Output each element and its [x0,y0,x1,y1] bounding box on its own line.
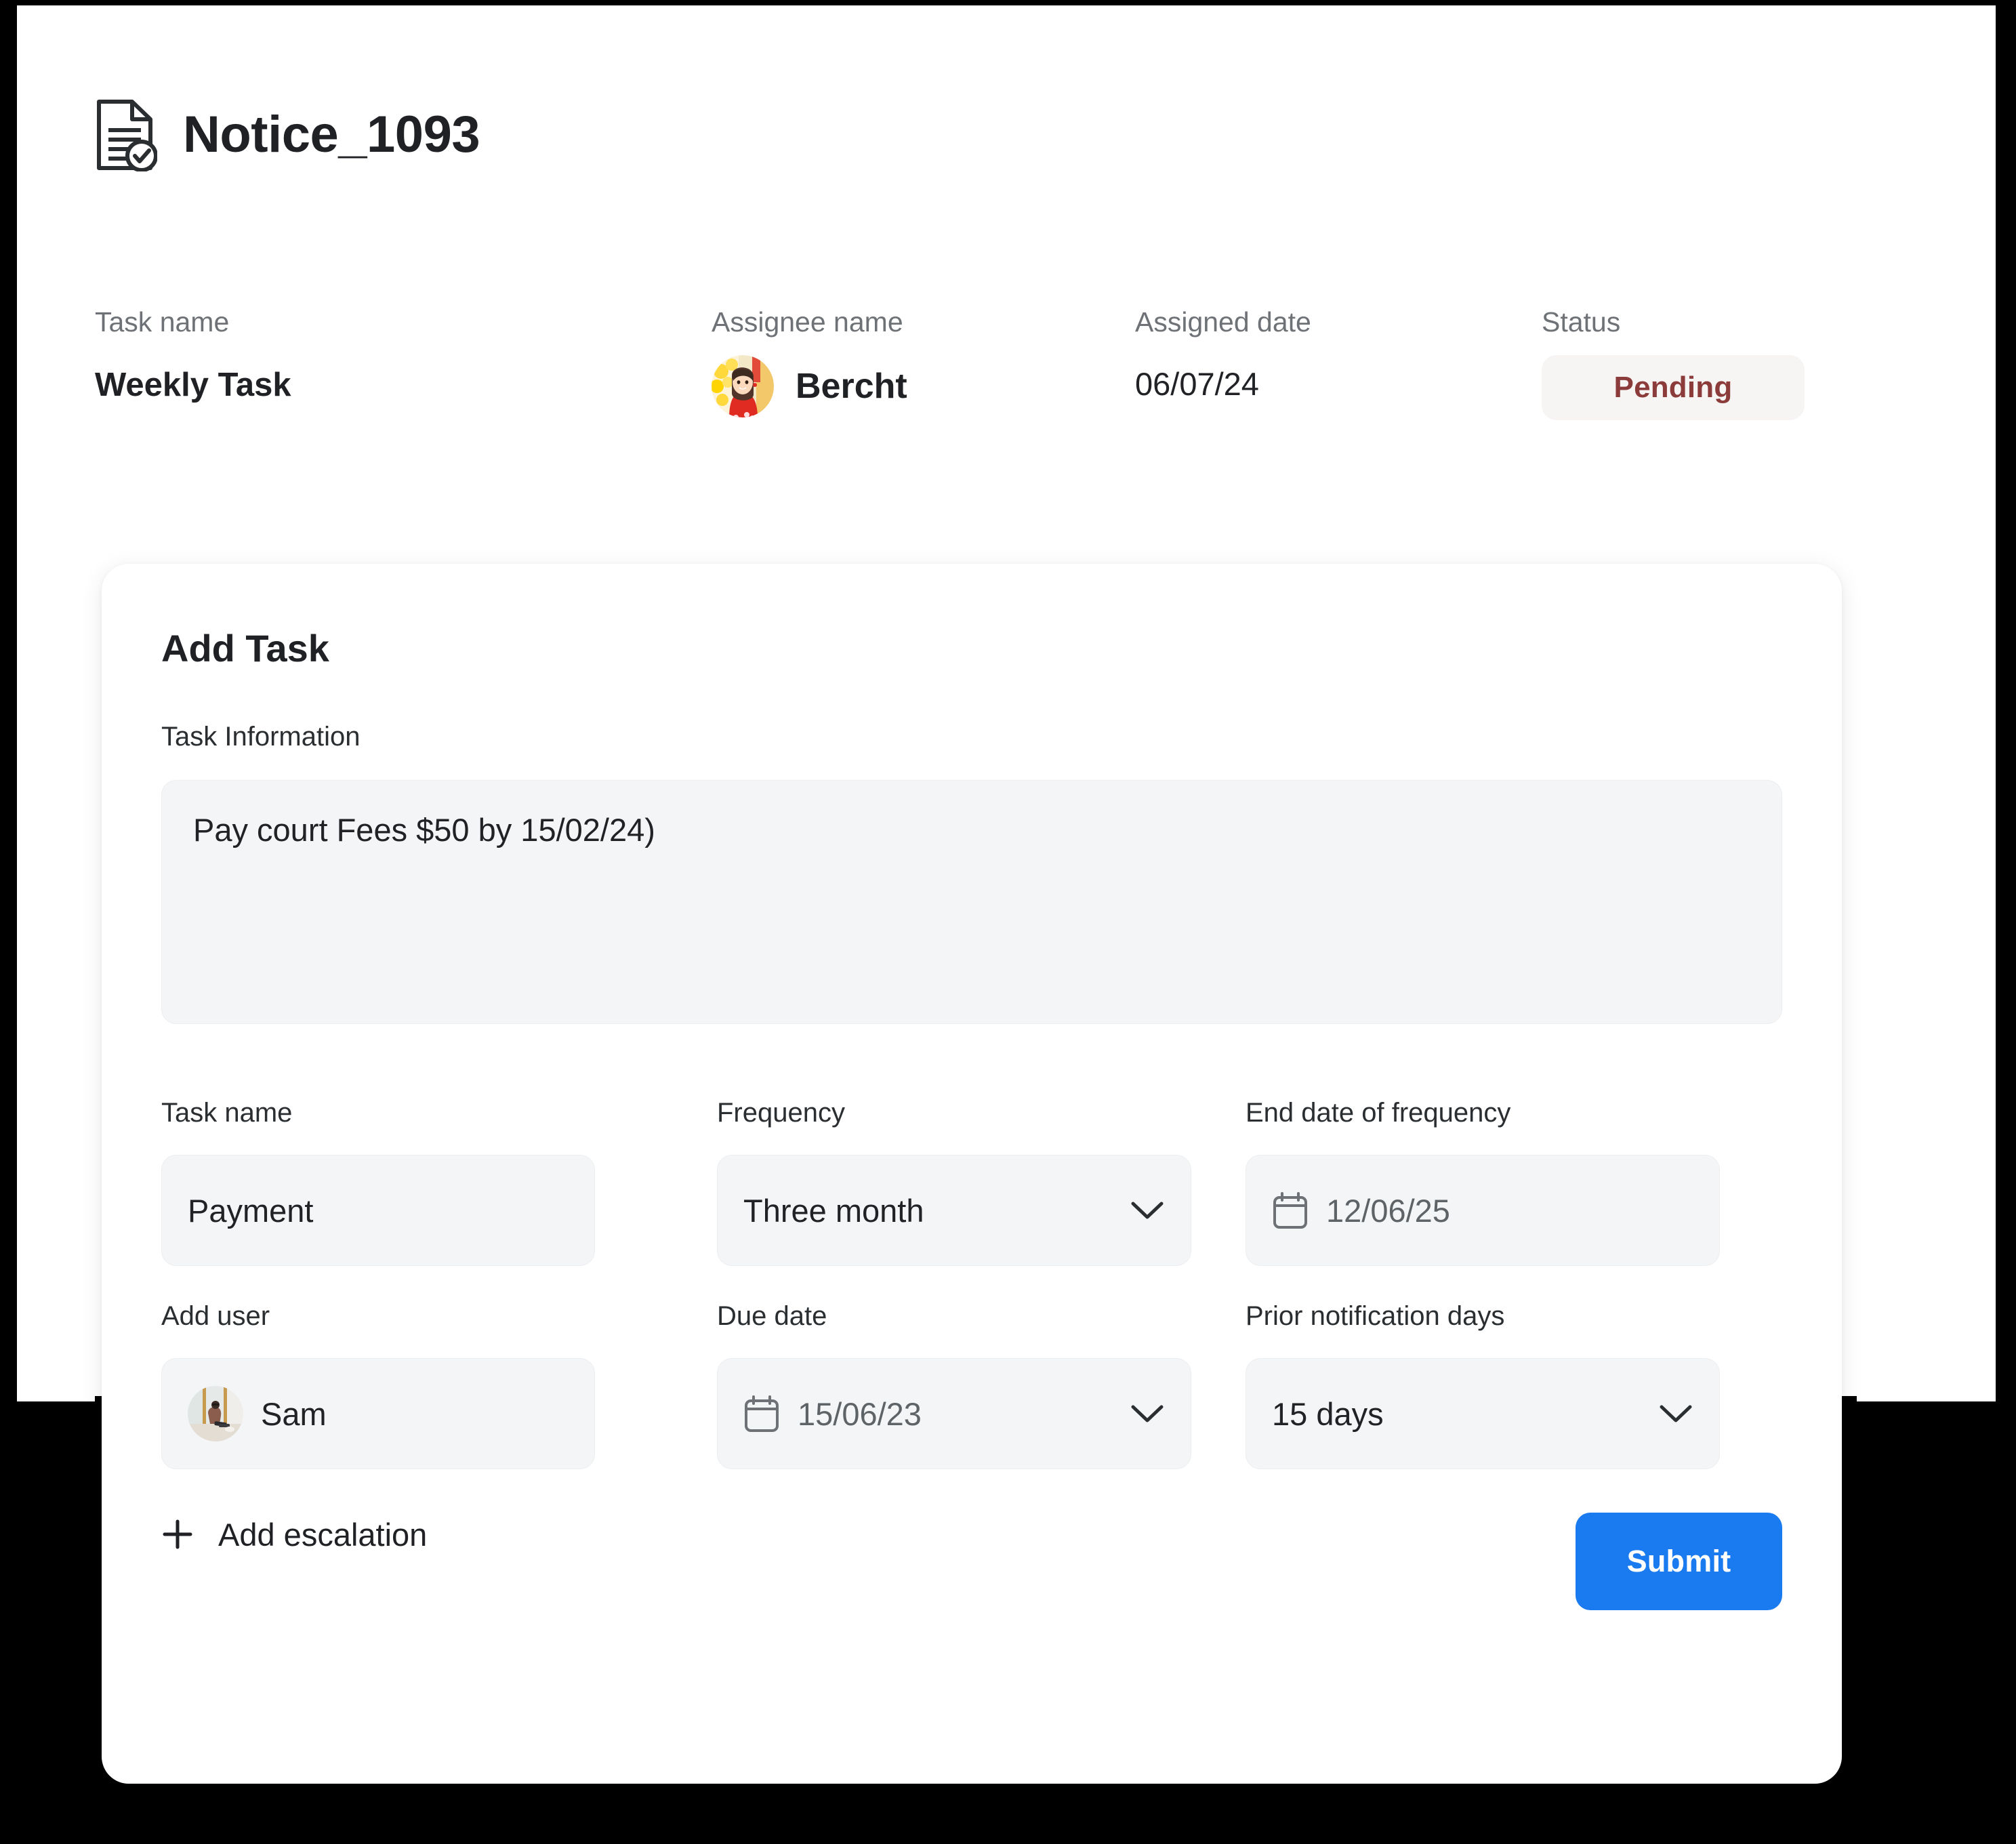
prior-notification-select[interactable]: 15 days [1246,1358,1720,1469]
page-header: Notice_1093 [95,98,480,171]
task-information-label: Task Information [161,722,361,752]
task-information-input[interactable] [161,780,1782,1024]
end-date-label: End date of frequency [1246,1098,1511,1128]
meta-task-name: Task name Weekly Task [95,308,291,406]
due-date-label: Due date [717,1301,827,1331]
task-name-label: Task name [161,1098,293,1128]
field-prior-notification-days: Prior notification days 15 days [1246,1303,1720,1469]
meta-status: Status Pending [1542,308,1805,420]
frequency-value: Three month [743,1192,924,1229]
assignee-avatar [712,355,774,417]
add-user-input[interactable]: Sam [161,1358,595,1469]
plus-icon [161,1518,194,1551]
task-information-group: Task Information [161,723,1782,1024]
prior-notification-value: 15 days [1272,1395,1384,1432]
meta-assignee-label: Assignee name [712,306,903,337]
field-task-name: Task name Payment [161,1099,595,1266]
meta-assigned-date-value: 06/07/24 [1135,366,1259,402]
calendar-icon [743,1394,780,1433]
meta-assigned-date: Assigned date 06/07/24 [1135,308,1311,405]
field-add-user: Add user Sam [161,1303,595,1469]
calendar-icon [1272,1191,1309,1230]
frequency-select[interactable]: Three month [717,1155,1191,1266]
document-check-icon [95,98,157,171]
user-avatar [188,1386,243,1441]
field-frequency: Frequency Three month [717,1099,1191,1266]
end-date-input[interactable]: 12/06/25 [1246,1155,1720,1266]
add-escalation-label: Add escalation [218,1516,428,1553]
end-date-value: 12/06/25 [1326,1192,1450,1229]
meta-assignee: Assignee name Bercht [712,308,907,417]
meta-status-label: Status [1542,306,1621,337]
task-name-input[interactable]: Payment [161,1155,595,1266]
meta-task-name-label: Task name [95,306,230,337]
card-footer: Add escalation Submit [161,1513,1782,1610]
due-date-input[interactable]: 15/06/23 [717,1358,1191,1469]
field-end-date-of-frequency: End date of frequency 12/06/25 [1246,1099,1720,1266]
card-title: Add Task [161,627,329,670]
screen-root: Notice_1093 Task name Weekly Task Assign… [0,0,2016,1844]
add-user-value: Sam [261,1395,327,1432]
due-date-value: 15/06/23 [798,1395,922,1432]
task-fields-grid: Task name Payment Frequency Three month [161,1099,1782,1506]
assignee-name: Bercht [796,367,907,406]
add-task-card: Add Task Task Information Task name Paym… [102,564,1842,1784]
meta-task-name-value: Weekly Task [95,367,291,403]
status-badge: Pending [1542,355,1805,420]
frequency-label: Frequency [717,1098,845,1128]
field-row-1: Task name Payment Frequency Three month [161,1099,1782,1303]
add-escalation-button[interactable]: Add escalation [161,1518,427,1551]
field-row-2: Add user Sam Due date 15/06/23 Prior not… [161,1303,1782,1506]
meta-assigned-date-label: Assigned date [1135,306,1311,337]
add-user-label: Add user [161,1301,270,1331]
prior-notification-label: Prior notification days [1246,1301,1505,1331]
field-due-date: Due date 15/06/23 [717,1303,1191,1469]
page-title: Notice_1093 [183,106,480,163]
submit-button[interactable]: Submit [1576,1513,1782,1610]
task-name-value: Payment [188,1192,314,1229]
task-meta-row: Task name Weekly Task Assignee name Berc… [95,308,1857,444]
